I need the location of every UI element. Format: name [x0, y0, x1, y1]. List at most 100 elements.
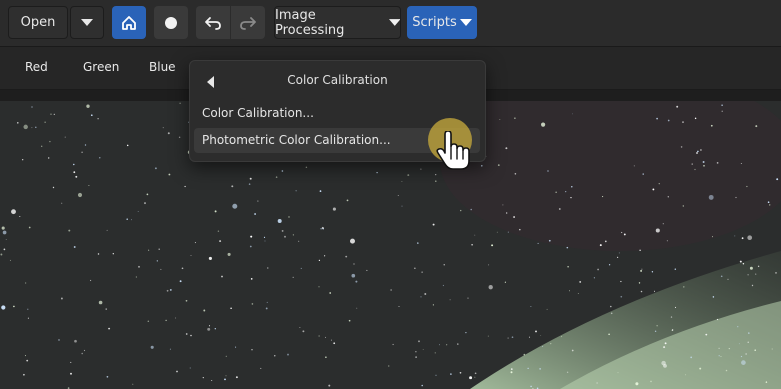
star [260, 367, 262, 369]
star [705, 333, 708, 336]
star [47, 157, 50, 159]
star [771, 348, 773, 350]
star [708, 194, 714, 200]
star [496, 231, 498, 233]
star [70, 361, 72, 363]
star [275, 176, 278, 178]
star [652, 188, 655, 191]
star [407, 174, 410, 177]
star [281, 229, 284, 232]
star [235, 376, 238, 379]
star [449, 299, 451, 301]
star [98, 300, 103, 305]
channel-red[interactable]: Red [25, 60, 48, 74]
image-processing-menu-button[interactable]: Image Processing [274, 6, 401, 39]
star [435, 180, 437, 182]
channel-blue[interactable]: Blue [149, 60, 176, 74]
star [332, 207, 336, 211]
star [558, 208, 561, 210]
open-button[interactable]: Open [8, 6, 68, 39]
star [755, 125, 758, 128]
star [530, 306, 532, 308]
star [288, 216, 290, 218]
star [617, 372, 619, 374]
star [162, 127, 164, 129]
star [682, 205, 684, 207]
star [263, 236, 266, 238]
star [654, 330, 657, 332]
star [420, 168, 422, 170]
star [567, 266, 569, 268]
star [519, 228, 521, 231]
star [548, 239, 551, 242]
star [751, 284, 754, 287]
star [106, 229, 108, 231]
star [221, 275, 223, 278]
star [217, 230, 220, 232]
star [350, 238, 355, 244]
star [550, 342, 552, 345]
star [635, 382, 639, 386]
star [319, 190, 322, 192]
star [511, 336, 514, 339]
star [417, 242, 419, 244]
star [633, 165, 635, 167]
star [474, 376, 476, 378]
star [434, 352, 436, 354]
star [415, 356, 417, 358]
star [165, 319, 167, 322]
star [181, 267, 184, 270]
star [499, 118, 501, 121]
star [5, 239, 7, 240]
star [214, 210, 217, 213]
undo-button[interactable] [196, 6, 230, 39]
star [254, 213, 257, 215]
open-dropdown-button[interactable] [70, 6, 104, 39]
star [491, 244, 494, 247]
scripts-menu-button[interactable]: Scripts [407, 6, 477, 39]
star [642, 173, 644, 175]
star [754, 349, 756, 351]
star [1, 305, 6, 310]
star [73, 163, 75, 166]
star [19, 215, 21, 218]
star [510, 368, 513, 370]
record-button[interactable] [154, 6, 188, 39]
star [52, 186, 55, 189]
star [23, 373, 25, 376]
star [502, 204, 504, 206]
star [658, 183, 660, 185]
redo-button[interactable] [231, 6, 265, 39]
star [610, 312, 613, 315]
star [703, 165, 705, 167]
star [474, 234, 476, 236]
star [265, 307, 268, 310]
star [699, 149, 702, 151]
star [225, 355, 227, 357]
star [178, 136, 181, 139]
star [355, 280, 358, 283]
star [49, 140, 51, 143]
star [682, 121, 684, 123]
star [767, 201, 770, 204]
star [150, 345, 154, 349]
star [211, 379, 213, 382]
star [712, 236, 713, 238]
star [77, 192, 83, 198]
star [457, 343, 459, 345]
star [138, 265, 140, 268]
star [566, 246, 569, 249]
star [666, 240, 668, 242]
star [670, 316, 673, 318]
star [356, 307, 358, 309]
star [41, 145, 43, 147]
star [179, 102, 181, 104]
channel-green[interactable]: Green [83, 60, 119, 74]
home-button[interactable] [112, 6, 146, 39]
star [2, 230, 7, 235]
star [257, 200, 259, 202]
star [683, 286, 685, 288]
star [169, 288, 172, 291]
star [530, 385, 532, 388]
star [712, 296, 715, 298]
